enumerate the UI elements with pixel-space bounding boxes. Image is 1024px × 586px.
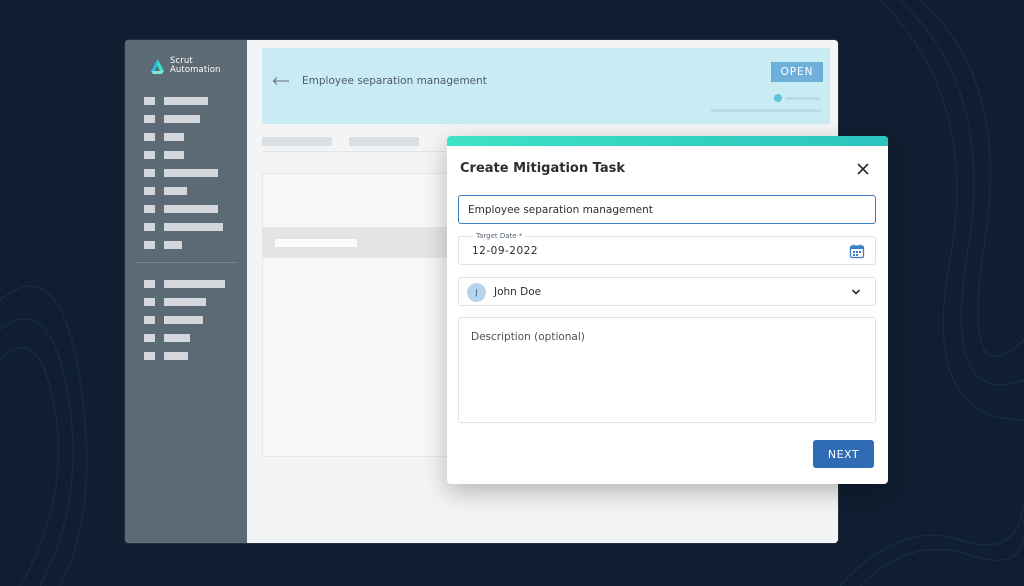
header-meta-placeholder xyxy=(711,109,821,112)
avatar: J xyxy=(467,283,486,302)
create-mitigation-task-dialog: Create Mitigation Task Employee separati… xyxy=(447,136,888,484)
nav-item-label-placeholder xyxy=(164,280,225,288)
sidebar-item[interactable] xyxy=(144,164,223,182)
nav-item-label-placeholder xyxy=(164,241,182,249)
tab-placeholder[interactable] xyxy=(349,137,419,146)
target-date-value: 12-09-2022 xyxy=(472,245,539,257)
nav-item-label-placeholder xyxy=(164,115,200,123)
chevron-down-icon[interactable] xyxy=(851,288,861,296)
calendar-icon[interactable] xyxy=(849,243,865,259)
nav-item-icon xyxy=(144,223,155,231)
sidebar-item[interactable] xyxy=(144,128,223,146)
nav-item-icon xyxy=(144,169,155,177)
nav-item-label-placeholder xyxy=(164,352,188,360)
page-title: Employee separation management xyxy=(302,75,487,87)
target-date-field[interactable]: Target Date * 12-09-2022 xyxy=(458,232,876,265)
sidebar-item[interactable] xyxy=(144,329,225,347)
sidebar-item[interactable] xyxy=(144,110,223,128)
sidebar-item[interactable] xyxy=(144,200,223,218)
sidebar-nav-primary xyxy=(144,92,223,254)
description-placeholder: Description (optional) xyxy=(471,331,585,343)
header-card: Employee separation management OPEN xyxy=(262,48,830,124)
nav-item-label-placeholder xyxy=(164,187,187,195)
sidebar-item[interactable] xyxy=(144,92,223,110)
nav-item-icon xyxy=(144,298,155,306)
logo-text: Scrut Automation xyxy=(170,57,221,75)
nav-item-icon xyxy=(144,151,155,159)
assignee-select[interactable]: J John Doe xyxy=(458,277,876,306)
nav-item-icon xyxy=(144,352,155,360)
sidebar-item[interactable] xyxy=(144,347,225,365)
target-date-label: Target Date * xyxy=(473,232,526,240)
sidebar-item[interactable] xyxy=(144,293,225,311)
close-icon[interactable] xyxy=(856,162,870,176)
sidebar-item[interactable] xyxy=(144,236,223,254)
next-button[interactable]: NEXT xyxy=(813,440,874,468)
nav-item-label-placeholder xyxy=(164,133,184,141)
dialog-title: Create Mitigation Task xyxy=(460,161,625,176)
status-indicator-dot xyxy=(774,94,782,102)
sidebar-item[interactable] xyxy=(144,275,225,293)
assignee-name: John Doe xyxy=(494,286,542,298)
sidebar-divider xyxy=(136,262,237,263)
nav-item-icon xyxy=(144,334,155,342)
header-meta-placeholder xyxy=(786,97,820,100)
nav-item-label-placeholder xyxy=(164,97,208,105)
nav-item-icon xyxy=(144,97,155,105)
dialog-accent-bar xyxy=(447,136,888,146)
nav-item-label-placeholder xyxy=(164,169,218,177)
logo-icon xyxy=(151,58,164,74)
nav-item-label-placeholder xyxy=(164,223,223,231)
status-badge: OPEN xyxy=(771,62,823,82)
list-item-label-placeholder xyxy=(275,239,357,247)
nav-item-icon xyxy=(144,133,155,141)
nav-item-icon xyxy=(144,316,155,324)
nav-item-label-placeholder xyxy=(164,316,203,324)
nav-item-label-placeholder xyxy=(164,298,206,306)
nav-item-icon xyxy=(144,280,155,288)
nav-item-icon xyxy=(144,115,155,123)
description-textarea[interactable]: Description (optional) xyxy=(458,317,876,423)
sidebar-item[interactable] xyxy=(144,146,223,164)
nav-item-icon xyxy=(144,187,155,195)
sidebar-nav-secondary xyxy=(144,275,225,365)
list-item[interactable] xyxy=(263,227,461,258)
nav-item-label-placeholder xyxy=(164,334,190,342)
logo-line-2: Automation xyxy=(170,65,221,75)
app-logo[interactable]: Scrut Automation xyxy=(149,57,221,75)
sidebar-item[interactable] xyxy=(144,218,223,236)
back-arrow-icon[interactable] xyxy=(272,76,290,86)
nav-item-label-placeholder xyxy=(164,205,218,213)
nav-item-label-placeholder xyxy=(164,151,184,159)
sidebar: Scrut Automation xyxy=(125,40,247,543)
nav-item-icon xyxy=(144,241,155,249)
tab-placeholder[interactable] xyxy=(262,137,332,146)
task-name-input[interactable]: Employee separation management xyxy=(458,195,876,224)
sidebar-item[interactable] xyxy=(144,182,223,200)
sidebar-item[interactable] xyxy=(144,311,225,329)
task-name-value: Employee separation management xyxy=(468,204,653,216)
nav-item-icon xyxy=(144,205,155,213)
list-panel xyxy=(262,173,462,457)
